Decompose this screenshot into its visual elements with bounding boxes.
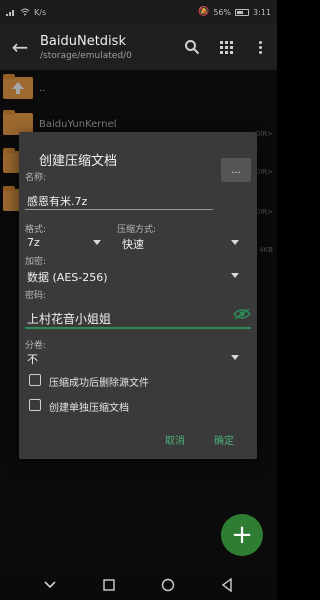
eye-off-icon[interactable] [233, 308, 251, 320]
separate-archive-checkbox[interactable] [29, 399, 41, 411]
search-icon[interactable] [175, 24, 209, 70]
app-bar: ← BaiduNetdisk /storage/emulated/0 [0, 24, 277, 70]
network-speed: K/s [34, 7, 47, 17]
delete-source-label: 压缩成功后删除源文件 [49, 378, 149, 389]
chevron-down-icon[interactable] [231, 355, 239, 360]
app-title: BaiduNetdisk [40, 33, 126, 49]
system-nav-bar [0, 570, 277, 600]
method-select[interactable]: 快速 [122, 236, 144, 252]
home-circle-icon[interactable] [158, 575, 178, 595]
browse-button[interactable]: ... [221, 158, 251, 182]
cancel-button[interactable]: 取消 [165, 432, 185, 447]
format-label: 格式: [25, 225, 47, 235]
name-label: 名称: [25, 173, 47, 183]
encrypt-select[interactable]: 数据 (AES-256) [27, 269, 108, 285]
dialog-title: 创建压缩文档 [39, 154, 118, 169]
more-options-icon[interactable] [243, 24, 277, 70]
method-label: 压缩方式: [117, 225, 157, 235]
create-archive-dialog: 创建压缩文档 名称: 感恩有米.7z ... 格式: 压缩方式: 7z 快速 加… [19, 132, 257, 459]
name-field[interactable]: 感恩有米.7z [27, 193, 87, 209]
format-select[interactable]: 7z [27, 236, 40, 249]
add-fab-button[interactable]: + [221, 514, 263, 556]
password-label: 密码: [25, 291, 47, 301]
back-arrow-icon[interactable]: ← [0, 24, 40, 70]
separate-archive-label: 创建单独压缩文档 [49, 403, 129, 414]
password-field[interactable]: 上村花音小姐姐 [27, 310, 111, 327]
collapse-chevron-icon[interactable] [40, 575, 60, 595]
title-block: BaiduNetdisk /storage/emulated/0 [40, 34, 175, 61]
chevron-down-icon[interactable] [93, 240, 101, 245]
name-field-underline [25, 209, 213, 210]
ok-button[interactable]: 确定 [214, 432, 234, 447]
split-label: 分卷: [25, 341, 47, 351]
back-triangle-icon[interactable] [217, 575, 237, 595]
delete-source-checkbox[interactable] [29, 374, 41, 386]
battery-percent: 56% [213, 7, 232, 17]
encrypt-label: 加密: [25, 257, 47, 267]
chevron-down-icon[interactable] [231, 273, 239, 278]
plus-icon: + [231, 520, 253, 550]
current-path: /storage/emulated/0 [40, 50, 132, 61]
mute-bell-icon: 🔕 [198, 7, 210, 17]
clock: 3:11 [253, 7, 271, 17]
password-field-underline [25, 327, 251, 329]
battery-icon [235, 8, 250, 16]
chevron-down-icon[interactable] [231, 240, 239, 245]
recents-square-icon[interactable] [99, 575, 119, 595]
signal-icon [6, 10, 14, 16]
grid-view-icon[interactable] [209, 24, 243, 70]
wifi-icon [20, 8, 30, 16]
split-select[interactable]: 不 [27, 351, 38, 367]
status-bar: K/s 🔕 56% 3:11 [0, 0, 277, 24]
